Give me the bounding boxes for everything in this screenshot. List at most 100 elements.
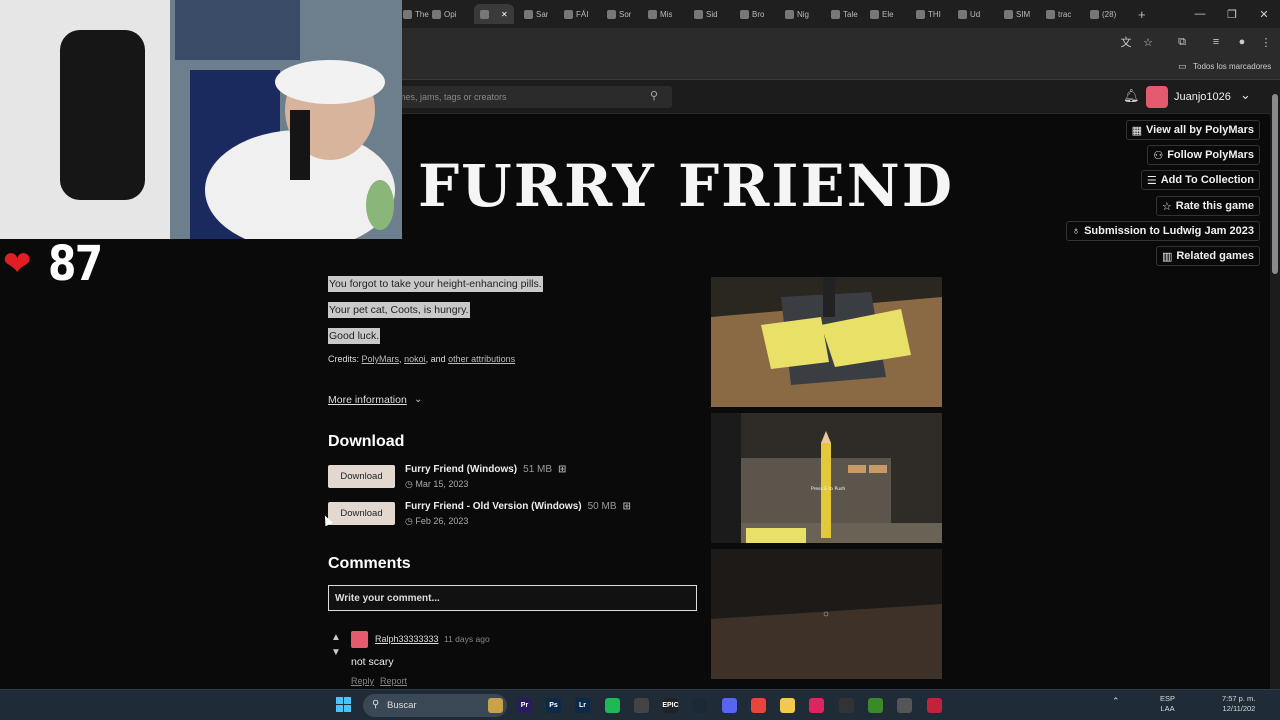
app-icon[interactable] [927,698,942,713]
lightroom-icon[interactable]: Lr [575,698,590,713]
browser-tab[interactable]: Sid [694,4,718,24]
credit-link-polymars[interactable]: PolyMars [362,354,400,364]
browser-tab[interactable]: Sor [607,4,631,24]
file-date: Mar 15, 2023 [415,479,469,489]
tab-favicon-icon [480,9,489,19]
tab-favicon-icon [607,9,616,19]
credit-link-nokoi[interactable]: nokoi [404,354,426,364]
side-action-button[interactable]: ▦ View all by PolyMars [1125,120,1260,140]
tab-favicon-icon [740,9,749,19]
search-icon[interactable]: ⚲ [650,89,658,102]
browser-tab[interactable]: THI [916,4,941,24]
bookmark-star-icon[interactable]: ☆ [1140,34,1156,50]
comment-avatar[interactable] [351,631,368,648]
photoshop-icon[interactable]: Ps [546,698,561,713]
spotify-icon[interactable] [605,698,620,713]
more-info-toggle[interactable]: More information [328,394,407,406]
download-button[interactable]: Download [328,502,395,525]
side-action-label: Follow PolyMars [1167,149,1254,161]
tray-chevron-icon[interactable]: ⌃ [1112,696,1120,707]
chrome-icon[interactable] [897,698,912,713]
scrollbar[interactable] [1270,80,1280,689]
browser-tab[interactable]: Opi [432,4,456,24]
extensions-icon[interactable]: ⧉ [1174,34,1190,50]
browser-tab[interactable]: Sar [524,4,548,24]
explorer-icon[interactable] [780,698,795,713]
username[interactable]: Juanjo1026 [1174,91,1231,103]
all-bookmarks-link[interactable]: Todos los marcadores [1193,62,1271,71]
chevron-down-icon[interactable]: ⌄ [1240,87,1251,103]
widgets-icon[interactable] [488,698,503,713]
screenshot-3[interactable] [711,549,942,679]
credits-label: Credits: [328,354,360,364]
page-title: FURRY FRIEND [418,152,955,220]
minecraft-icon[interactable] [868,698,883,713]
star-icon: ☆ [1161,200,1172,213]
browser-tab[interactable]: ✕ [474,4,514,24]
translate-icon[interactable]: 文 [1118,34,1134,50]
file-size: 51 MB [523,464,553,475]
menu-icon[interactable]: ⋮ [1258,34,1274,50]
side-action-button[interactable]: ☰ Add To Collection [1140,170,1260,190]
premiere-icon[interactable]: Pr [517,698,532,713]
profile-icon[interactable]: ● [1234,34,1250,50]
bell-icon[interactable]: 🔔︎ [1123,88,1140,104]
downvote-icon[interactable]: ▼ [331,647,341,658]
input-language[interactable]: ESP LAA [1160,694,1175,714]
windows-start-icon[interactable] [336,697,352,713]
tiktok-icon[interactable] [809,698,824,713]
window-controls: — ❐ ✕ [1184,0,1280,28]
side-action-button[interactable]: ☆ Rate this game [1155,196,1260,216]
media-icon[interactable]: ≡ [1208,34,1224,50]
comment-input[interactable]: Write your comment... [328,585,697,611]
reply-link[interactable]: Reply [351,676,374,686]
scrollbar-thumb[interactable] [1272,94,1278,274]
taskbar-search[interactable]: Buscar [363,694,507,717]
file-entry: Furry Friend (Windows) 51 MB ⊞ [405,464,566,475]
tab-label: Nig [797,9,810,19]
description-line: You forgot to take your height-enhancing… [328,276,543,292]
side-action-button[interactable]: ♁ Submission to Ludwig Jam 2023 [1065,221,1260,241]
tab-favicon-icon [694,9,703,19]
side-action-button[interactable]: ⚇ Follow PolyMars [1147,145,1260,165]
avatar[interactable] [1146,86,1168,108]
side-action-label: Submission to Ludwig Jam 2023 [1084,225,1254,237]
browser-tab[interactable]: Ud [958,4,980,24]
tab-label: Sid [706,9,718,19]
browser-tab[interactable]: Mis [648,4,672,24]
browser-tab[interactable]: FÁI [564,4,588,24]
taskbar: Buscar ⚲ Pr Ps Lr EPIC ⌃ ESP LAA 7:57 p. m. 1… [0,689,1280,720]
browser-tab[interactable]: Bro [740,4,764,24]
app-icon[interactable] [634,698,649,713]
close-window-icon[interactable]: ✕ [1248,0,1280,28]
screenshot-2[interactable]: Press E to Push [711,413,942,543]
windows-icon: ⊞ [622,501,631,512]
browser-tab[interactable]: Nig [785,4,809,24]
browser-tab[interactable]: (28) [1090,4,1116,24]
browser-tab[interactable]: Tale [831,4,858,24]
download-button[interactable]: Download [328,465,395,488]
side-action-button[interactable]: ▥ Related games [1155,246,1260,266]
credit-link-attributions[interactable]: other attributions [448,354,515,364]
minimize-icon[interactable]: — [1184,0,1216,28]
browser-tab[interactable]: Ele [870,4,894,24]
comment-user[interactable]: Ralph33333333 [375,634,439,644]
steam-icon[interactable] [692,698,707,713]
chrome-icon[interactable] [751,698,766,713]
browser-tab[interactable]: trac [1046,4,1071,24]
browser-tab[interactable]: The [403,4,429,24]
tab-favicon-icon [432,9,441,19]
chevron-down-icon[interactable]: ⌄ [414,394,422,405]
epic-icon[interactable]: EPIC [662,698,679,713]
upvote-icon[interactable]: ▲ [331,632,341,643]
report-link[interactable]: Report [380,676,407,686]
close-tab-icon[interactable]: ✕ [501,10,508,19]
new-tab-icon[interactable]: + [1138,4,1146,24]
browser-tab[interactable]: SIM [1004,4,1030,24]
search-input[interactable]: mes, jams, tags or creators [380,86,672,108]
discord-icon[interactable] [722,698,737,713]
app-icon[interactable] [839,698,854,713]
taskbar-clock[interactable]: 7:57 p. m. 12/11/202 [1222,694,1255,714]
screenshot-1[interactable] [711,277,942,407]
restore-icon[interactable]: ❐ [1216,0,1248,28]
